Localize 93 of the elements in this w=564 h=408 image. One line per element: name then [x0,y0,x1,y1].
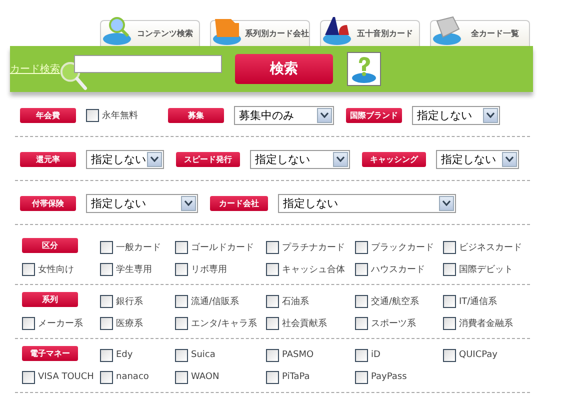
checkbox[interactable] [443,294,456,308]
checkbox-label: PASMO [282,350,314,360]
checkbox-label: プラチナカード [282,241,345,254]
checkbox-label: ビジネスカード [459,242,522,254]
checkbox[interactable] [175,348,188,362]
checkbox-label: QUICPay [459,350,498,360]
search-field[interactable] [74,55,222,73]
filter-label: 還元率 [20,152,76,166]
dropdown[interactable]: 募集中のみ [234,106,334,124]
checkbox[interactable] [175,316,188,330]
checkbox-label: iD [371,350,380,360]
checkbox[interactable] [100,262,113,276]
checkbox-label: WAON [191,372,220,382]
checkbox[interactable] [355,316,368,330]
checkbox-label: ゴールドカード [191,242,254,254]
checkbox[interactable] [355,240,368,254]
checkbox[interactable] [266,262,279,276]
checkbox-label: 交通/航空系 [371,296,420,308]
checkbox[interactable] [100,294,113,308]
checkbox-label: VISA TOUCH [38,372,94,382]
checkbox[interactable] [22,262,35,276]
checkbox-label: キャッシュ合体 [282,264,345,276]
filter-label: 年会費 [20,108,76,122]
checkbox-label: PayPass [371,372,407,382]
tab-icon [431,14,463,44]
checkbox-label: 社会貢献系 [282,318,327,330]
checkbox-label: 消費者金融系 [459,318,513,330]
checkbox-label: リボ専用 [191,264,227,276]
checkbox-label: 医療系 [116,318,143,330]
checkbox[interactable] [100,348,113,362]
checkbox[interactable] [443,262,456,276]
dropdown[interactable]: 指定しない [86,150,164,168]
search-button[interactable]: 検索 [235,54,333,84]
dropdown[interactable]: 指定しない [412,106,500,124]
tab[interactable]: 系列別カード会社 [210,20,310,46]
checkbox[interactable] [355,294,368,308]
help-icon [351,55,377,83]
checkbox[interactable] [175,240,188,254]
dropdown[interactable]: 指定しない [278,194,456,212]
checkbox[interactable] [175,370,188,384]
checkbox-label: スポーツ系 [371,318,416,330]
checkbox-label: 銀行系 [116,296,143,308]
checkbox-label: 国際デビット [459,264,513,276]
checkbox-label: 流通/信販系 [191,296,240,308]
checkbox-label: 一般カード [116,242,161,254]
tab[interactable]: 五十音別カード [320,20,420,46]
filter-label: カード会社 [210,196,268,210]
checkbox[interactable] [86,108,99,122]
checkbox[interactable] [355,262,368,276]
checkbox-label: PiTaPa [282,372,310,382]
checkbox[interactable] [266,316,279,330]
checkbox-label: IT/通信系 [459,296,498,308]
checkbox[interactable] [175,262,188,276]
checkbox-label: 永年無料 [102,110,138,122]
checkbox-label: メーカー系 [38,318,83,330]
checkbox[interactable] [443,348,456,362]
checkbox[interactable] [266,294,279,308]
checkbox-label: 学生専用 [116,264,152,276]
checkbox[interactable] [266,240,279,254]
filter-label: 募集 [168,108,224,122]
checkbox[interactable] [443,316,456,330]
checkbox[interactable] [355,348,368,362]
checkbox[interactable] [443,240,456,254]
filter-label: スピード発行 [176,152,240,166]
category-label: 区分 [22,238,78,253]
checkbox[interactable] [175,294,188,308]
checkbox[interactable] [266,370,279,384]
help-button[interactable] [347,52,381,86]
filter-label: キャッシング [362,152,426,166]
checkbox-label: 石油系 [282,296,309,308]
checkbox-label: 女性向け [38,264,74,276]
checkbox-label: ブラックカード [371,242,434,254]
checkbox[interactable] [100,240,113,254]
filter-label: 国際ブランド [346,108,402,122]
tab[interactable]: コンテンツ検索 [100,20,200,46]
category-label: 電子マネー [22,346,78,361]
dropdown[interactable]: 指定しない [86,194,198,212]
checkbox[interactable] [266,348,279,362]
checkbox[interactable] [22,316,35,330]
category-label: 系列 [22,292,78,307]
dropdown[interactable]: 指定しない [436,150,519,168]
filter-label: 付帯保険 [20,196,76,210]
checkbox-label: エンタ/キャラ系 [191,318,258,330]
dropdown[interactable]: 指定しない [250,150,350,168]
checkbox-label: nanaco [116,372,149,382]
checkbox-label: ハウスカード [371,264,425,276]
checkbox[interactable] [100,316,113,330]
checkbox[interactable] [22,370,35,384]
checkbox[interactable] [355,370,368,384]
checkbox-label: Edy [116,350,133,360]
checkbox[interactable] [100,370,113,384]
tab-icon [321,14,353,44]
checkbox-label: Suica [191,350,216,360]
